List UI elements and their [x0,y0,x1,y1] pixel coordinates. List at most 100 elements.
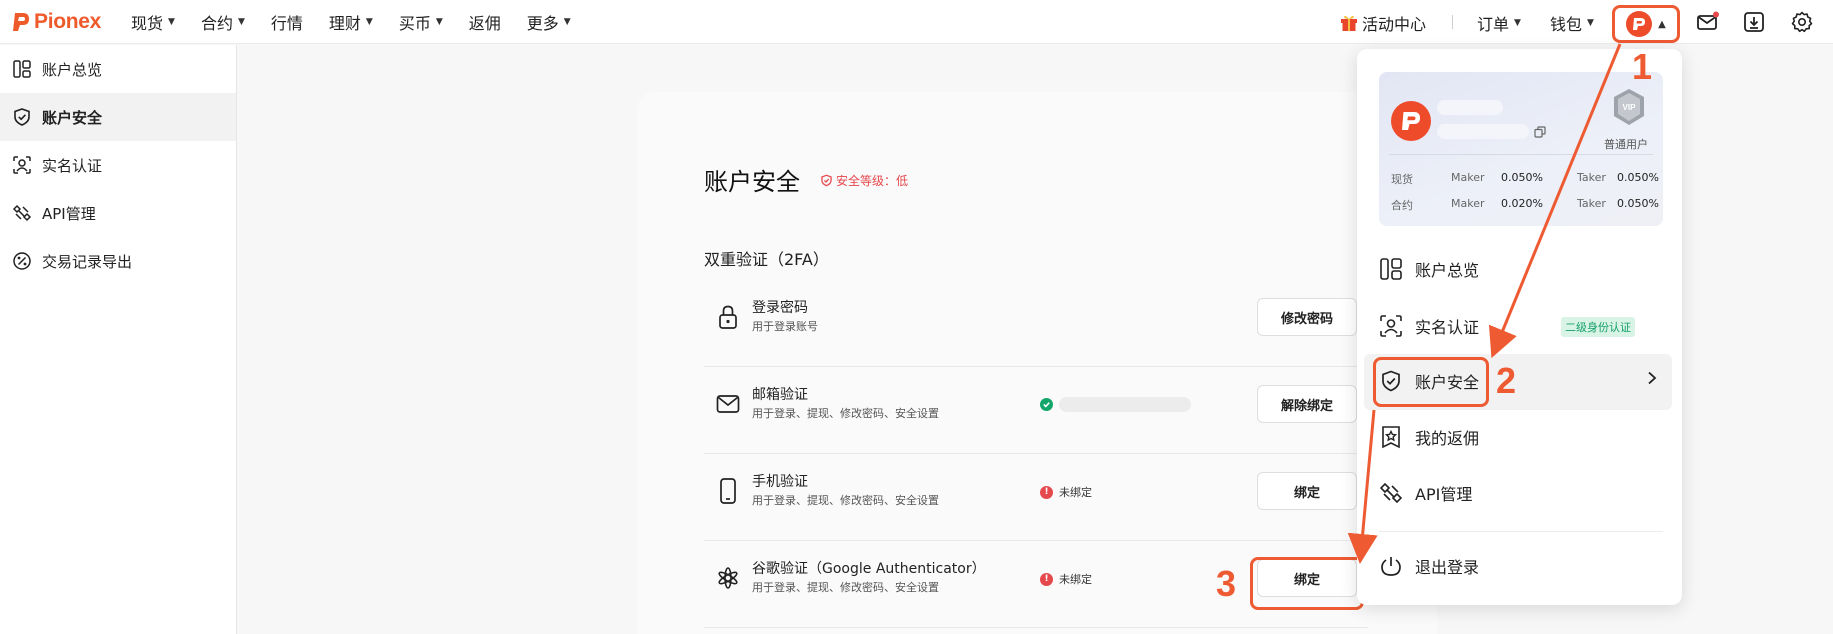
sidebar-item-export[interactable]: 交易记录导出 [0,237,236,285]
nav-label: 行情 [270,14,303,33]
caret-down-icon: ▼ [168,17,175,27]
sidebar-item-api[interactable]: API管理 [0,189,236,237]
user-level: 普通用户 [1604,138,1648,151]
row-title: 登录密码 [752,300,808,316]
status-text: 未绑定 [1059,486,1092,499]
chevron-right-icon [1648,371,1657,385]
email-bound-status [1040,397,1191,412]
avatar [1626,11,1653,37]
nav-label: 返佣 [468,14,501,33]
menu-item-label: 账户总览 [1415,261,1480,280]
row-subtitle: 用于登录账号 [752,320,818,333]
rebate-icon [1382,426,1400,449]
phone-unbound-status: ! 未绑定 [1040,484,1092,500]
activity-center-link[interactable]: 活动中心 [1340,11,1426,35]
brand-name: Pionex [34,10,102,33]
divider [1389,154,1653,155]
maker-fee: 0.050% [1501,171,1543,184]
sidebar-item-verification[interactable]: 实名认证 [0,141,236,189]
fee-market: 合约 [1391,199,1413,212]
menu-item-label: API管理 [1415,485,1473,504]
divider [1379,531,1663,532]
api-icon [12,204,32,222]
row-title: 谷歌验证（Google Authenticator） [752,561,986,577]
bind-phone-button[interactable]: 绑定 [1257,472,1357,510]
taker-label: Taker [1577,197,1606,210]
mail-notification-icon[interactable] [1695,10,1719,34]
orders-menu[interactable]: 订单 ▼ [1477,11,1521,35]
nav-label: 现货 [131,14,164,33]
sidebar-item-label: API管理 [42,204,96,223]
alert-icon: ! [1040,485,1053,499]
activity-center-label: 活动中心 [1362,15,1427,34]
nav-label: 合约 [200,14,233,33]
nav-earn[interactable]: 理财 ▼ [329,10,373,34]
avatar[interactable] [1391,101,1431,141]
security-level-badge: 安全等级：低 [820,172,908,189]
step-number-1: 1 [1632,46,1653,87]
gear-icon[interactable] [1790,10,1814,34]
sidebar-item-security[interactable]: 账户安全 [0,93,236,141]
row-subtitle: 用于登录、提现、修改密码、安全设置 [752,581,939,594]
caret-up-icon: ▲ [1658,18,1666,30]
gift-icon [1341,15,1357,31]
unbind-email-button[interactable]: 解除绑定 [1257,385,1357,423]
overview-icon [1380,258,1402,280]
nav-markets[interactable]: 行情 [271,10,303,34]
copy-icon[interactable] [1534,126,1546,138]
user-avatar-button[interactable]: ▲ [1612,5,1680,43]
taker-label: Taker [1577,171,1606,184]
vip-text: VIP [1623,103,1637,112]
fee-row-futures: 合约 Maker 0.020% Taker 0.050% [1391,197,1661,213]
id-verify-icon [1380,315,1402,337]
masked-username [1437,100,1503,115]
security-level-text: 安全等级：低 [836,174,909,188]
row-subtitle: 用于登录、提现、修改密码、安全设置 [752,494,939,507]
menu-item-logout[interactable]: 退出登录 [1379,549,1479,583]
row-title: 手机验证 [752,474,808,490]
google-auth-unbound-status: ! 未绑定 [1040,571,1092,587]
masked-uid [1437,124,1529,139]
menu-item-api[interactable]: API管理 [1379,476,1472,510]
menu-item-overview[interactable]: 账户总览 [1379,252,1479,286]
nav-spot[interactable]: 现货 ▼ [131,10,175,34]
taker-fee: 0.050% [1617,171,1659,184]
sidebar-item-label: 账户总览 [42,60,103,79]
sidebar-item-label: 交易记录导出 [42,252,133,271]
nav-futures[interactable]: 合约 ▼ [201,10,245,34]
security-row-password: 登录密码 用于登录账号 修改密码 [704,280,1368,367]
shield-warning-icon [821,174,832,187]
status-text: 未绑定 [1059,573,1092,586]
caret-down-icon: ▼ [1514,18,1521,28]
nav-more[interactable]: 更多 ▼ [527,10,571,34]
menu-item-label: 实名认证 [1415,318,1480,337]
api-icon [1379,482,1403,504]
nav-divider [1452,15,1453,29]
account-dropdown: VIP 普通用户 现货 Maker 0.050% Taker 0.050% 合约… [1357,49,1682,605]
menu-item-rebate[interactable]: 我的返佣 [1379,420,1479,454]
main-nav: 现货 ▼ 合约 ▼ 行情 理财 ▼ 买币 ▼ 返佣 更多 ▼ [131,0,597,44]
change-password-button[interactable]: 修改密码 [1257,298,1357,336]
nav-buy-crypto[interactable]: 买币 ▼ [399,10,443,34]
wallet-menu[interactable]: 钱包 ▼ [1550,11,1594,35]
nav-label: 更多 [526,14,559,33]
maker-label: Maker [1451,171,1485,184]
mail-icon [716,395,740,413]
top-bar: Pionex 现货 ▼ 合约 ▼ 行情 理财 ▼ 买币 ▼ 返佣 更多 ▼ 活动中心 订单… [0,0,1833,44]
download-icon[interactable] [1742,10,1766,34]
menu-item-verification[interactable]: 实名认证 [1379,309,1479,343]
nav-rebate[interactable]: 返佣 [469,10,501,34]
power-icon [1381,557,1401,576]
pionex-logo[interactable]: Pionex [12,10,101,34]
shield-icon [14,108,30,126]
user-info-card: VIP 普通用户 现货 Maker 0.050% Taker 0.050% 合约… [1379,72,1663,226]
sidebar-item-overview[interactable]: 账户总览 [0,45,236,93]
nav-label: 理财 [328,14,361,33]
vip-badge-icon: VIP [1614,89,1644,125]
pionex-p-icon [1633,18,1646,30]
google-auth-icon [718,567,738,589]
pionex-p-icon [1402,112,1420,130]
phone-icon [720,478,736,504]
sidebar-item-label: 账户安全 [42,108,103,127]
wallet-label: 钱包 [1550,15,1583,34]
